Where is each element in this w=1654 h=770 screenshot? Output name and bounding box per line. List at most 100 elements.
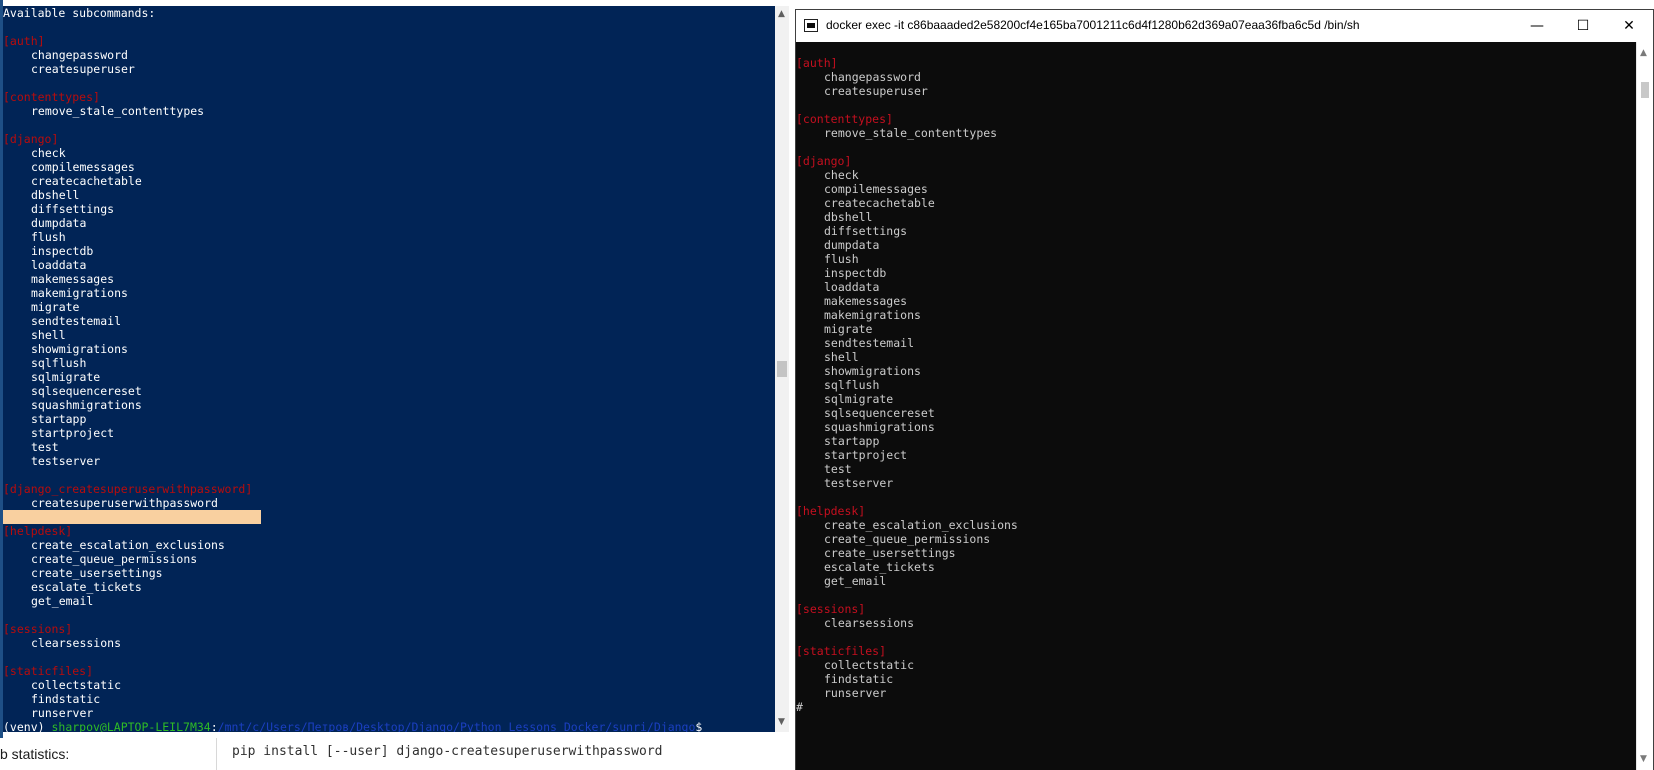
subcommand-line: makemessages [824,294,908,308]
prompt-separator: : [210,720,218,732]
subcommand-line: findstatic [31,692,101,706]
subcommand-line: dumpdata [31,216,87,230]
left-terminal-scrollbar[interactable]: ▲ ▼ [775,6,789,732]
docker-terminal-window[interactable]: docker exec -it c86baaaded2e58200cf4e165… [795,9,1654,770]
prompt-user-host: sharpov@LAPTOP-LEIL7M34 [51,720,211,732]
subcommand-line: sendtestemail [31,314,122,328]
shell-prompt[interactable]: (venv) sharpov@LAPTOP-LEIL7M34:/mnt/c/Us… [3,720,702,732]
subcommand-line: makemessages [31,272,115,286]
subcommand-line: startproject [824,448,908,462]
subcommand-line: squashmigrations [824,420,935,434]
subcommand-line: runserver [31,706,94,720]
subcommand-line: sqlsequencereset [31,384,142,398]
subcommand-line: clearsessions [824,616,915,630]
close-button[interactable]: ✕ [1606,10,1652,42]
subcommand-line: create_usersettings [31,566,163,580]
subcommand-line: create_escalation_exclusions [31,538,225,552]
subcommand-line: create_queue_permissions [31,552,198,566]
docker-terminal-lines: [auth] changepassword createsuperuser [cont… [796,56,1018,714]
subcommand-line: get_email [824,574,887,588]
subcommand-line: createsuperuser [31,62,135,76]
subcommand-line: startapp [824,434,880,448]
subcommand-line: createsuperuserwithpassword [31,496,218,510]
subcommand-line: makemigrations [824,308,921,322]
venv-label: (venv) [3,720,52,732]
subcommand-line: startapp [31,412,87,426]
subcommand-line: shell [31,328,66,342]
subcommand-line: inspectdb [31,244,94,258]
text-selection-highlight [3,510,261,524]
subcommand-line: runserver [824,686,887,700]
left-terminal-output[interactable]: Available subcommands: [auth] changepasswo… [3,6,775,732]
section-header: [sessions] [3,622,73,636]
section-header: [staticfiles] [3,664,94,678]
subcommand-line: createsuperuser [824,84,928,98]
section-header: [django] [796,154,852,168]
subcommand-line: remove_stale_contenttypes [824,126,998,140]
subcommand-line: dumpdata [824,238,880,252]
subcommand-line: test [824,462,852,476]
subcommand-line: sqlflush [824,378,880,392]
scroll-up-arrow-icon[interactable]: ▲ [1640,48,1647,58]
subcommand-line: diffsettings [31,202,115,216]
subcommand-line: findstatic [824,672,894,686]
section-header: [django_createsuperuserwithpassword] [3,482,253,496]
docker-scrollbar-thumb[interactable] [1641,82,1649,98]
subcommand-line: dbshell [824,210,873,224]
left-scrollbar-thumb[interactable] [777,361,787,377]
subcommand-line: remove_stale_contenttypes [31,104,205,118]
subcommand-line: loaddata [31,258,87,272]
subcommand-line: sqlsequencereset [824,406,935,420]
background-page-strip: b statistics: pip install [--user] djang… [0,738,795,770]
subcommand-line: flush [31,230,66,244]
subcommand-line: changepassword [824,70,921,84]
subcommand-line: changepassword [31,48,128,62]
docker-terminal-scrollbar[interactable]: ▲ ▼ [1636,42,1653,770]
pip-install-code: pip install [--user] django-createsuperu… [232,744,663,759]
title-bar[interactable]: docker exec -it c86baaaded2e58200cf4e165… [796,10,1653,42]
subcommand-line: check [824,168,859,182]
window-title: docker exec -it c86baaaded2e58200cf4e165… [826,18,1360,32]
section-header: [django] [3,132,59,146]
docker-terminal-output[interactable]: [auth] changepassword createsuperuser [cont… [796,42,1636,770]
subcommand-line: migrate [31,300,80,314]
divider [216,738,217,770]
subcommand-line: sendtestemail [824,336,915,350]
subcommand-line: collectstatic [31,678,122,692]
section-header: [auth] [796,56,838,70]
console-icon [804,19,818,32]
subcommand-line: get_email [31,594,94,608]
subcommand-line: testserver [824,476,894,490]
subcommand-line: makemigrations [31,286,128,300]
scroll-up-arrow-icon[interactable]: ▲ [778,10,786,19]
left-terminal-window[interactable]: Available subcommands: [auth] changepasswo… [0,0,790,738]
maximize-button[interactable]: ☐ [1560,10,1606,42]
subcommand-line: sqlflush [31,356,87,370]
scroll-down-arrow-icon[interactable]: ▼ [778,718,786,727]
subcommand-line: migrate [824,322,873,336]
subcommand-line: escalate_tickets [824,560,935,574]
subcommand-line: create_escalation_exclusions [824,518,1018,532]
left-terminal-lines: Available subcommands: [auth] changepasswo… [3,6,702,732]
subcommand-line: flush [824,252,859,266]
scroll-down-arrow-icon[interactable]: ▼ [1640,754,1647,764]
subcommand-line: create_usersettings [824,546,956,560]
stats-label: b statistics: [0,746,70,762]
minimize-button[interactable]: — [1514,10,1560,42]
section-header: [helpdesk] [3,524,73,538]
output-line: Available subcommands: [3,6,156,20]
section-header: [contenttypes] [3,90,100,104]
subcommand-line: showmigrations [824,364,921,378]
section-header: [sessions] [796,602,866,616]
prompt-path: /mnt/c/Users/Петров/Desktop/Django/Pytho… [217,720,696,732]
